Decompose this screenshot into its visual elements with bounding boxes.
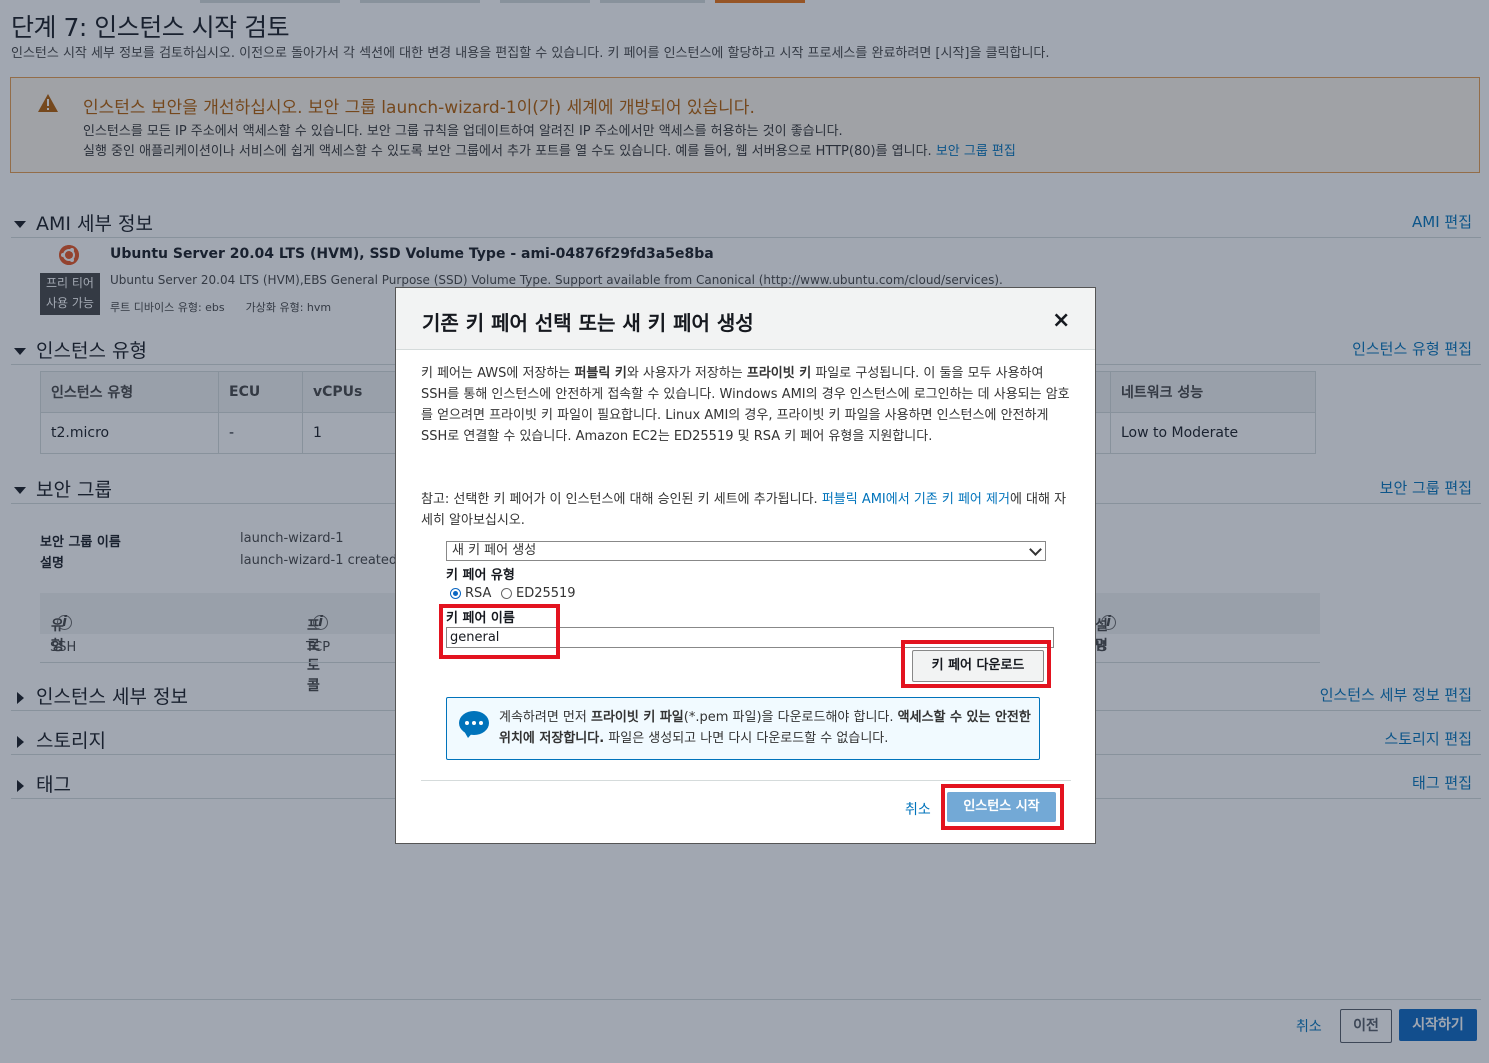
modal-header: 기존 키 페어 선택 또는 새 키 페어 생성 ×	[396, 288, 1095, 350]
radio-ed25519[interactable]	[501, 588, 512, 599]
modal-intro: 키 페어는 AWS에 저장하는 퍼블릭 키와 사용자가 저장하는 프라이빗 키 …	[421, 366, 1070, 444]
highlight-box	[901, 640, 1051, 688]
modal-note: 참고: 선택한 키 페어가 이 인스턴스에 대해 승인된 키 세트에 추가됩니다…	[421, 492, 1067, 528]
info-text: 계속하려면 먼저 프라이빗 키 파일(*.pem 파일)을 다운로드해야 합니다…	[499, 710, 1031, 746]
radio-rsa-label[interactable]: RSA	[465, 586, 491, 601]
highlight-box	[439, 604, 560, 659]
key-pair-select[interactable]: 새 키 페어 생성	[446, 541, 1046, 561]
key-pair-modal: 기존 키 페어 선택 또는 새 키 페어 생성 × 키 페어는 AWS에 저장하…	[395, 287, 1096, 844]
close-icon[interactable]: ×	[1052, 308, 1070, 333]
radio-ed25519-label[interactable]: ED25519	[516, 586, 576, 601]
download-info-box: 계속하려면 먼저 프라이빗 키 파일(*.pem 파일)을 다운로드해야 합니다…	[446, 697, 1040, 760]
highlight-box	[941, 784, 1064, 830]
chevron-down-icon	[1029, 543, 1042, 556]
key-type-label: 키 페어 유형	[446, 568, 515, 583]
radio-rsa[interactable]	[450, 588, 461, 599]
modal-cancel-button[interactable]: 취소	[905, 799, 931, 819]
modal-title: 기존 키 페어 선택 또는 새 키 페어 생성	[422, 311, 754, 335]
remove-key-pair-link[interactable]: 퍼블릭 AMI에서 기존 키 페어 제거	[822, 492, 1010, 507]
